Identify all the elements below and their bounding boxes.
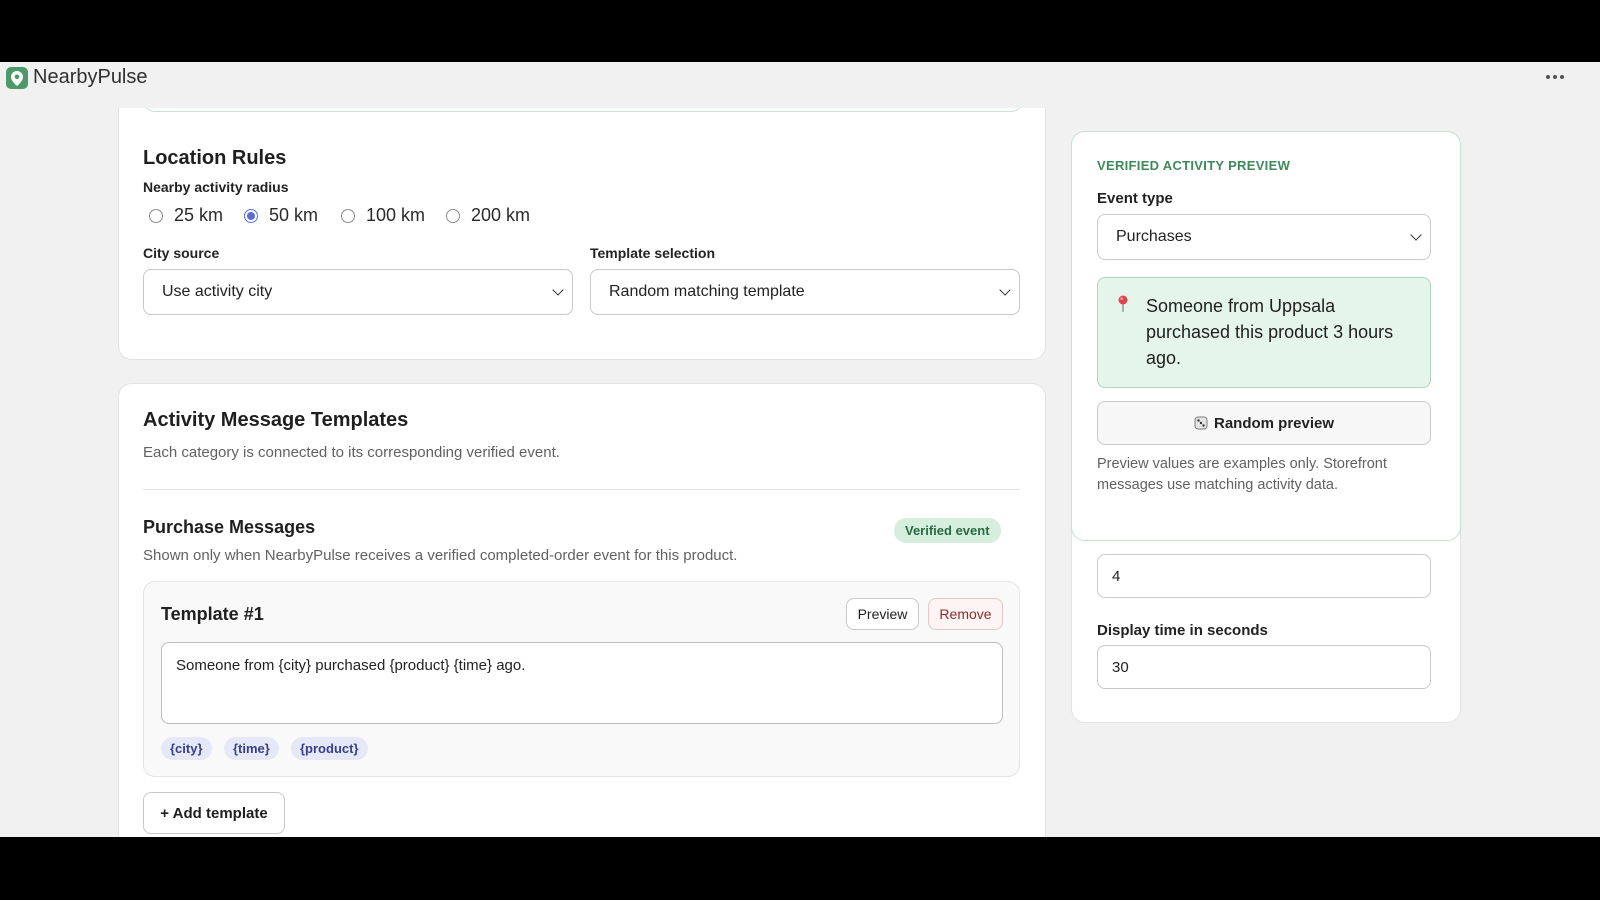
radius-radio-50[interactable] — [244, 208, 258, 223]
event-type-value: Purchases — [1116, 228, 1192, 245]
event-type-select[interactable]: Purchases — [1097, 214, 1431, 260]
template-textarea[interactable]: Someone from {city} purchased {product} … — [161, 642, 1003, 724]
radius-label: Nearby activity radius — [143, 179, 289, 195]
add-template-button[interactable]: + Add template — [143, 792, 285, 834]
random-preview-label: Random preview — [1213, 414, 1335, 432]
radius-option-25[interactable]: 25 km — [149, 205, 223, 226]
activity-templates-card: Activity Message Templates Each category… — [118, 383, 1046, 837]
location-rules-card: Location Rules Nearby activity radius 25… — [118, 108, 1046, 360]
preview-eyebrow: VERIFIED ACTIVITY PREVIEW — [1097, 158, 1291, 173]
placeholder-chip-city[interactable]: {city} — [161, 737, 212, 760]
verified-event-badge: Verified event — [894, 518, 1001, 543]
template-card: Template #1 Preview Remove Someone from … — [143, 581, 1020, 777]
purchase-messages-description: Shown only when NearbyPulse receives a v… — [143, 547, 738, 564]
radius-label-25: 25 km — [174, 205, 224, 225]
purchase-messages-title: Purchase Messages — [143, 517, 316, 537]
chevron-down-icon — [999, 284, 1011, 296]
random-preview-button[interactable]: Random preview — [1097, 401, 1431, 445]
letterbox-bottom — [0, 837, 1600, 900]
radius-option-100[interactable]: 100 km — [341, 205, 425, 226]
letterbox-top — [0, 0, 1600, 62]
city-source-value: Use activity city — [162, 283, 273, 300]
location-rules-title: Location Rules — [143, 147, 287, 169]
map-pin-icon — [6, 67, 28, 89]
template-title: Template #1 — [161, 604, 264, 624]
radius-option-50[interactable]: 50 km — [244, 205, 318, 226]
radius-radio-200[interactable] — [446, 208, 460, 223]
template-selection-select[interactable]: Random matching template — [590, 269, 1020, 315]
placeholder-chip-time[interactable]: {time} — [224, 737, 279, 760]
display-count-input[interactable]: 4 — [1097, 554, 1431, 598]
display-time-label: Display time in seconds — [1097, 622, 1268, 639]
radius-label-50: 50 km — [269, 205, 319, 225]
verified-activity-preview: VERIFIED ACTIVITY PREVIEW Event type Pur… — [1071, 131, 1461, 541]
radius-option-200[interactable]: 200 km — [446, 205, 530, 226]
more-horizontal-icon[interactable] — [1540, 64, 1570, 90]
chevron-down-icon — [552, 284, 564, 296]
templates-title: Activity Message Templates — [143, 409, 409, 431]
event-type-label: Event type — [1097, 190, 1173, 207]
preview-note: Preview values are examples only. Storef… — [1097, 456, 1387, 493]
preview-message-box: Someone from Uppsala purchased this prod… — [1097, 277, 1431, 388]
chevron-down-icon — [1410, 229, 1422, 241]
section-divider — [143, 489, 1020, 490]
radius-label-100: 100 km — [366, 205, 426, 225]
dice-icon — [1194, 416, 1208, 430]
radius-radio-25[interactable] — [149, 208, 163, 223]
radius-radio-100[interactable] — [341, 208, 355, 223]
top-bar: NearbyPulse — [0, 62, 1600, 108]
template-selection-label: Template selection — [590, 245, 716, 261]
preview-button[interactable]: Preview — [846, 598, 919, 630]
pushpin-icon — [1117, 295, 1129, 318]
remove-button[interactable]: Remove — [928, 598, 1003, 630]
previous-field-edge — [143, 108, 1023, 112]
templates-subtitle: Each category is connected to its corres… — [143, 444, 560, 461]
city-source-select[interactable]: Use activity city — [143, 269, 573, 315]
app-title: NearbyPulse — [33, 66, 148, 88]
radius-label-200: 200 km — [471, 205, 531, 225]
main-canvas: Location Rules Nearby activity radius 25… — [82, 108, 1494, 837]
city-source-label: City source — [143, 245, 220, 261]
app-window: NearbyPulse Location Rules Nearby activi… — [0, 62, 1600, 837]
preview-message-text: Someone from Uppsala purchased this prod… — [1146, 296, 1394, 368]
placeholder-chip-product[interactable]: {product} — [291, 737, 368, 760]
template-selection-value: Random matching template — [609, 283, 805, 300]
display-time-input[interactable]: 30 — [1097, 645, 1431, 689]
